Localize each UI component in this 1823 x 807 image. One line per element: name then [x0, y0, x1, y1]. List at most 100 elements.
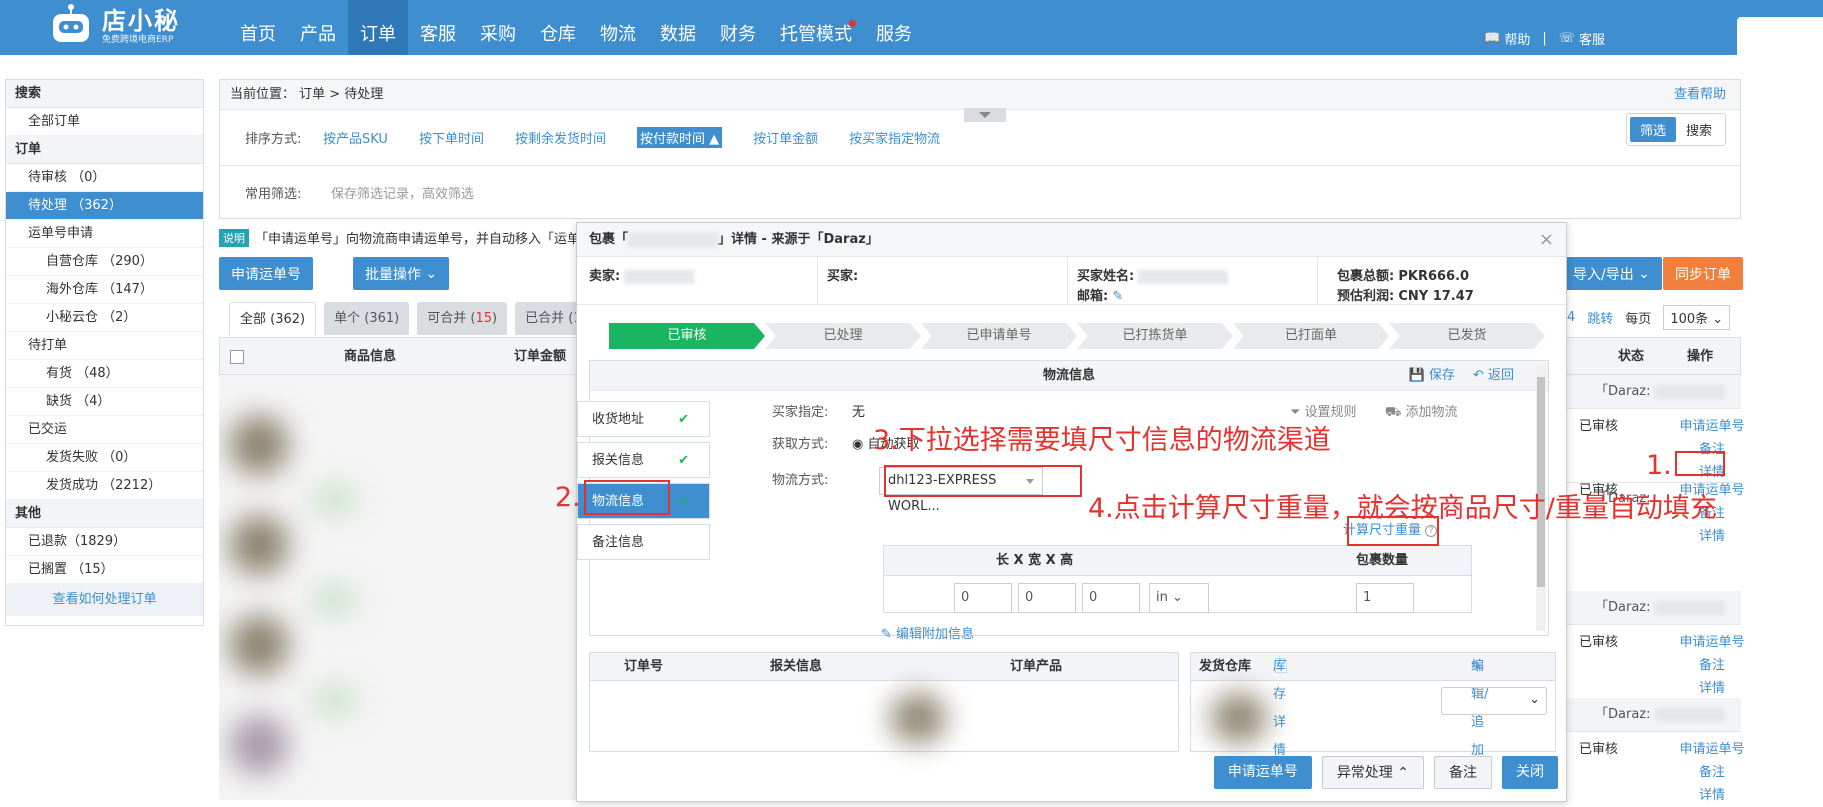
- sidebar-item-ship-ok[interactable]: 发货成功 （2212）: [6, 472, 203, 500]
- sort-by-sku[interactable]: 按产品SKU: [323, 128, 388, 147]
- service-link-top[interactable]: ☏ 客服: [1559, 29, 1605, 48]
- view-help-link[interactable]: 查看帮助: [1674, 80, 1726, 110]
- per-page-select[interactable]: 100条 ⌄: [1663, 305, 1731, 330]
- common-filter-label: 常用筛选:: [245, 186, 302, 202]
- sidebar-item-cloud-warehouse[interactable]: 小秘云仓 （2）: [6, 304, 203, 332]
- package-count-input[interactable]: 1: [1356, 583, 1414, 613]
- nav-warehouse[interactable]: 仓库: [528, 0, 588, 55]
- height-input[interactable]: 0: [1082, 583, 1140, 613]
- tab-all[interactable]: 全部 (362): [229, 302, 317, 335]
- nav-data[interactable]: 数据: [648, 0, 708, 55]
- sort-by-order-time[interactable]: 按下单时间: [419, 128, 484, 147]
- annotation-box-detail: [1675, 451, 1725, 476]
- import-export-button[interactable]: 导入/导出 ⌄: [1561, 257, 1662, 290]
- apply-waybill-button[interactable]: 申请运单号: [219, 257, 313, 290]
- sort-by-pay-time[interactable]: 按付款时间 ▲: [636, 127, 723, 148]
- sidebar-how-to-link[interactable]: 查看如何处理订单: [6, 584, 203, 616]
- nav-home[interactable]: 首页: [228, 0, 288, 55]
- redacted-buyer-name: [1138, 269, 1229, 284]
- nav-hosting[interactable]: 托管模式: [768, 0, 864, 55]
- row-op-apply[interactable]: 申请运单号: [1667, 631, 1757, 650]
- nav-product[interactable]: 产品: [288, 0, 348, 55]
- footer-apply-waybill-button[interactable]: 申请运单号: [1213, 756, 1312, 789]
- row-ops: 申请运单号 备注 详情: [1667, 631, 1757, 696]
- page-number[interactable]: 4: [1567, 310, 1575, 325]
- footer-close-button[interactable]: 关闭: [1502, 756, 1558, 789]
- chevron-down-icon: ⌄: [1172, 590, 1183, 605]
- filter-toggle-filter[interactable]: 筛选: [1629, 117, 1676, 142]
- edit-extra-info-link[interactable]: ✎ 编辑附加信息: [881, 623, 974, 642]
- save-button[interactable]: 💾 保存: [1409, 361, 1455, 391]
- side-tab-notes[interactable]: 备注信息: [577, 524, 710, 560]
- common-filter-placeholder[interactable]: 保存筛选记录，高效筛选: [331, 183, 474, 202]
- sort-by-amount[interactable]: 按订单金额: [753, 128, 818, 147]
- width-input[interactable]: 0: [1018, 583, 1076, 613]
- sidebar-item-pending-process[interactable]: 待处理 （362）: [6, 192, 203, 220]
- row-op-apply[interactable]: 申请运单号: [1667, 415, 1757, 434]
- nav-logistics[interactable]: 物流: [588, 0, 648, 55]
- nav-finance[interactable]: 财务: [708, 0, 768, 55]
- buyer-info: 买家:: [827, 265, 858, 284]
- side-tab-customs-label: 报关信息: [592, 453, 645, 468]
- edit-icon[interactable]: ✎: [1112, 289, 1123, 304]
- warehouse-select[interactable]: ⌄: [1441, 687, 1547, 715]
- row-op-detail[interactable]: 详情: [1667, 525, 1757, 544]
- nav-order[interactable]: 订单: [348, 0, 408, 55]
- row-store-label: 「Daraz:: [1595, 600, 1651, 615]
- close-icon[interactable]: ×: [1539, 229, 1554, 250]
- sidebar-item-refunded[interactable]: 已退款（1829）: [6, 528, 203, 556]
- brand-logo[interactable]: 店小秘 免费跨境电商ERP: [48, 2, 198, 50]
- sidebar-item-delivered[interactable]: 已交运: [6, 416, 203, 444]
- row-op-note[interactable]: 备注: [1667, 654, 1757, 673]
- side-tab-notes-label: 备注信息: [592, 535, 645, 550]
- sidebar-item-shelved[interactable]: 已搁置 （15）: [6, 556, 203, 584]
- footer-exception-button[interactable]: 异常处理 ⌃: [1321, 756, 1424, 789]
- row-store-label: 「Daraz:: [1595, 707, 1651, 722]
- batch-operation-button[interactable]: 批量操作 ⌄: [353, 257, 450, 290]
- back-button[interactable]: ↶ 返回: [1473, 361, 1514, 391]
- help-link-top[interactable]: 📖 帮助: [1484, 29, 1530, 48]
- service-label: 客服: [1578, 33, 1605, 48]
- jump-link[interactable]: 跳转: [1587, 308, 1613, 327]
- row-op-detail[interactable]: 详情: [1667, 784, 1757, 803]
- per-page-label: 每页: [1625, 312, 1652, 327]
- nav-purchase[interactable]: 采购: [468, 0, 528, 55]
- sort-by-remaining-time[interactable]: 按剩余发货时间: [515, 128, 606, 147]
- sort-by-buyer-logistics[interactable]: 按买家指定物流: [849, 128, 940, 147]
- sidebar-item-to-print[interactable]: 待打单: [6, 332, 203, 360]
- sidebar-item-self-warehouse[interactable]: 自营仓库 （290）: [6, 248, 203, 276]
- brand-subtitle: 免费跨境电商ERP: [102, 34, 174, 45]
- nav-service[interactable]: 客服: [408, 0, 468, 55]
- select-all-checkbox[interactable]: [230, 350, 244, 364]
- collapse-toggle[interactable]: [964, 108, 1006, 122]
- footer-note-button[interactable]: 备注: [1434, 756, 1492, 789]
- sidebar-item-out-stock[interactable]: 缺货 （4）: [6, 388, 203, 416]
- sidebar-item-in-stock[interactable]: 有货 （48）: [6, 360, 203, 388]
- chevron-down-icon: ⌄: [1638, 265, 1650, 282]
- product-image: [229, 615, 289, 675]
- user-area[interactable]: [1737, 17, 1823, 55]
- sidebar-item-waybill-apply[interactable]: 运单号申请: [6, 220, 203, 248]
- sidebar-item-all-orders[interactable]: 全部订单: [6, 108, 203, 136]
- sidebar-item-overseas-warehouse[interactable]: 海外仓库 （147）: [6, 276, 203, 304]
- product-image: [309, 585, 359, 615]
- side-tab-customs[interactable]: 报关信息 ✔: [577, 442, 710, 478]
- length-input[interactable]: 0: [954, 583, 1012, 613]
- row-op-note[interactable]: 备注: [1667, 761, 1757, 780]
- unit-select[interactable]: in ⌄: [1149, 583, 1209, 613]
- tab-single[interactable]: 单个 (361): [324, 302, 410, 335]
- sync-orders-button[interactable]: 同步订单: [1663, 257, 1743, 290]
- seller-label: 卖家:: [589, 269, 621, 284]
- tab-mergeable[interactable]: 可合并 (15): [417, 302, 508, 335]
- warehouse-head: 发货仓库 📄 库存详情 ✎ 编辑/追加: [1191, 653, 1555, 758]
- filter-toggle-search[interactable]: 搜索: [1676, 117, 1722, 142]
- row-op-apply[interactable]: 申请运单号: [1667, 738, 1757, 757]
- row-store-head: 「Daraz:: [1567, 591, 1741, 625]
- sidebar-item-pending-review[interactable]: 待审核 （0）: [6, 164, 203, 192]
- step-processed: 已处理: [765, 323, 921, 349]
- row-op-detail[interactable]: 详情: [1667, 677, 1757, 696]
- side-tab-address[interactable]: 收货地址 ✔: [577, 401, 710, 437]
- sidebar-item-ship-fail[interactable]: 发货失败 （0）: [6, 444, 203, 472]
- nav-services[interactable]: 服务: [864, 0, 924, 55]
- add-logistics-link[interactable]: ⛟ 添加物流: [1385, 401, 1458, 422]
